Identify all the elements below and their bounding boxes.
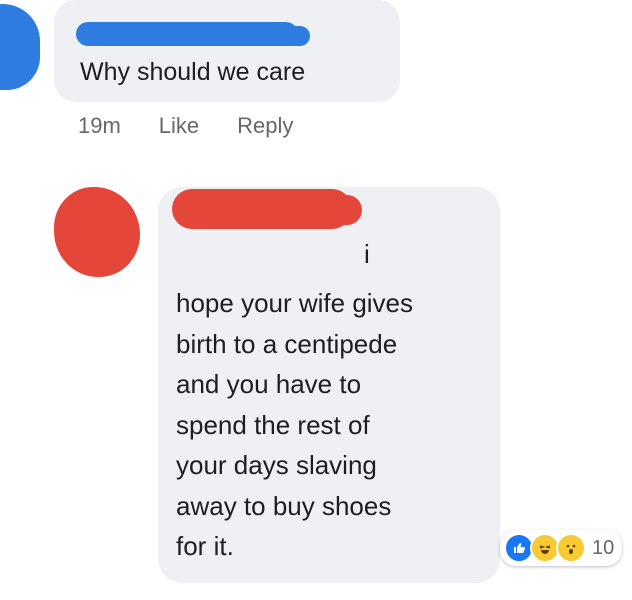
avatar-redacted[interactable]: [0, 4, 40, 90]
wow-icon: [556, 533, 586, 563]
comment-line: for it.: [176, 531, 234, 561]
name-fragment: i: [364, 239, 371, 269]
like-link[interactable]: Like: [159, 113, 199, 139]
reply-link[interactable]: Reply: [237, 113, 293, 139]
comment-line: spend the rest of: [176, 409, 370, 440]
redacted-name: [76, 22, 310, 46]
reaction-count: 10: [592, 536, 615, 559]
avatar-redacted[interactable]: [54, 187, 140, 277]
comment-line: and you have to: [176, 369, 362, 399]
comment-line: hope your wife gives: [176, 288, 414, 318]
comment-actions: 19m Like Reply: [78, 113, 293, 139]
comment-line: away to buy shoes: [176, 490, 392, 521]
comment-text: hope your wife gives birth to a centiped…: [176, 283, 496, 567]
comment-timestamp-partial: [176, 586, 178, 600]
comment-line: birth to a centipede: [176, 328, 398, 359]
comment-actions-cutoff: [176, 586, 178, 600]
redacted-name: [172, 189, 362, 229]
comment-bubble: Why should we care: [54, 0, 400, 102]
comment-line: your days slaving: [176, 450, 377, 480]
comment-timestamp[interactable]: 19m: [78, 113, 121, 139]
comment-thread: Why should we care 19m Like Reply i hope…: [0, 0, 632, 600]
comment-text: Why should we care: [80, 58, 306, 86]
reactions-summary[interactable]: 10: [500, 530, 623, 566]
comment-bubble: i hope your wife gives birth to a centip…: [158, 187, 500, 583]
